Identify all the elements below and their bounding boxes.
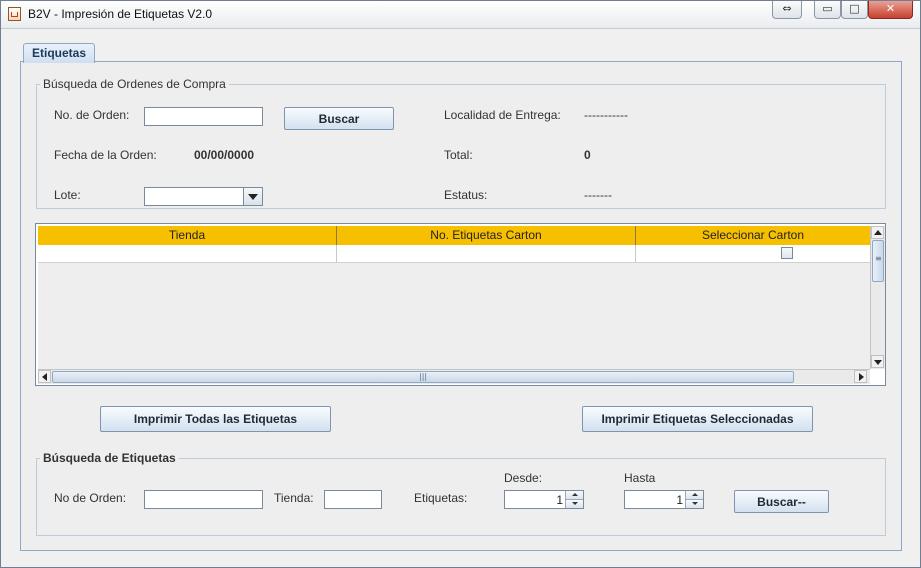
to-value: 1 bbox=[676, 493, 683, 507]
delivery-value: ----------- bbox=[584, 108, 628, 122]
order-date-value: 00/00/0000 bbox=[194, 148, 255, 162]
scroll-up-icon[interactable] bbox=[871, 226, 884, 239]
column-header-tienda[interactable]: Tienda bbox=[38, 226, 337, 245]
from-label: Desde: bbox=[504, 471, 543, 485]
to-spinner-buttons bbox=[685, 491, 703, 508]
lote-combobox[interactable] bbox=[144, 187, 263, 206]
column-header-seleccionar[interactable]: Seleccionar Carton bbox=[636, 226, 870, 245]
select-carton-checkbox[interactable] bbox=[781, 247, 793, 259]
cell-etiquetas bbox=[337, 245, 636, 262]
column-header-etiquetas[interactable]: No. Etiquetas Carton bbox=[337, 226, 636, 245]
cell-tienda bbox=[38, 245, 337, 262]
total-label: Total: bbox=[444, 148, 473, 162]
window-title: B2V - Impresión de Etiquetas V2.0 bbox=[28, 7, 213, 21]
order-search-legend: Búsqueda de Ordenes de Compra bbox=[43, 77, 226, 91]
label-search-legend: Búsqueda de Etiquetas bbox=[43, 451, 176, 465]
print-selected-button[interactable]: Imprimir Etiquetas Seleccionadas bbox=[582, 406, 813, 432]
from-value: 1 bbox=[556, 493, 563, 507]
order-no-label: No. de Orden: bbox=[54, 108, 130, 122]
table-viewport: Tienda No. Etiquetas Carton Seleccionar … bbox=[38, 226, 870, 369]
store-input[interactable] bbox=[324, 490, 382, 509]
status-label: Estatus: bbox=[444, 188, 488, 202]
from-spinner[interactable]: 1 bbox=[504, 490, 584, 509]
decrement-icon[interactable] bbox=[566, 500, 583, 508]
from-spinner-buttons bbox=[565, 491, 583, 508]
cell-seleccionar bbox=[636, 245, 870, 262]
horizontal-scrollbar[interactable]: ||| bbox=[38, 369, 870, 384]
order-no-input[interactable] bbox=[144, 107, 263, 126]
increment-icon[interactable] bbox=[566, 491, 583, 500]
maximize-button[interactable]: □ bbox=[841, 1, 868, 19]
decrement-icon[interactable] bbox=[686, 500, 703, 508]
to-spinner[interactable]: 1 bbox=[624, 490, 704, 509]
resize-button[interactable]: ⇔ bbox=[772, 1, 802, 19]
increment-icon[interactable] bbox=[686, 491, 703, 500]
search-order-button[interactable]: Buscar bbox=[284, 107, 394, 130]
minimize-button[interactable]: ▭ bbox=[814, 1, 841, 19]
label-order-no-input[interactable] bbox=[144, 490, 263, 509]
close-button[interactable]: ✕ bbox=[868, 1, 913, 19]
to-label: Hasta bbox=[624, 471, 656, 485]
total-value: 0 bbox=[584, 148, 591, 162]
tab-etiquetas[interactable]: Etiquetas bbox=[23, 43, 96, 63]
search-labels-button[interactable]: Buscar-- bbox=[734, 490, 829, 513]
title-bar: B2V - Impresión de Etiquetas V2.0 ⇔ ▭ □ … bbox=[1, 1, 920, 29]
table-row[interactable] bbox=[38, 245, 870, 263]
cartons-table: Tienda No. Etiquetas Carton Seleccionar … bbox=[35, 223, 886, 386]
grip-icon: ||| bbox=[419, 372, 428, 381]
order-date-label: Fecha de la Orden: bbox=[54, 148, 157, 162]
table-header: Tienda No. Etiquetas Carton Seleccionar … bbox=[38, 226, 870, 245]
status-value: ------- bbox=[584, 188, 612, 202]
scroll-left-icon[interactable] bbox=[38, 370, 51, 383]
chevron-down-icon[interactable] bbox=[243, 188, 262, 205]
label-order-no-label: No de Orden: bbox=[54, 491, 127, 505]
horizontal-scroll-thumb[interactable]: ||| bbox=[52, 371, 794, 383]
labels-label: Etiquetas: bbox=[414, 491, 468, 505]
store-label: Tienda: bbox=[274, 491, 314, 505]
lote-label: Lote: bbox=[54, 188, 81, 202]
java-app-icon bbox=[8, 7, 21, 21]
scroll-down-icon[interactable] bbox=[871, 355, 884, 368]
grip-icon: ≡ bbox=[875, 254, 882, 263]
scroll-right-icon[interactable] bbox=[854, 370, 867, 383]
vertical-scrollbar[interactable]: ≡ bbox=[870, 226, 885, 369]
print-all-button[interactable]: Imprimir Todas las Etiquetas bbox=[100, 406, 331, 432]
vertical-scroll-thumb[interactable]: ≡ bbox=[872, 240, 884, 282]
delivery-label: Localidad de Entrega: bbox=[444, 108, 561, 122]
